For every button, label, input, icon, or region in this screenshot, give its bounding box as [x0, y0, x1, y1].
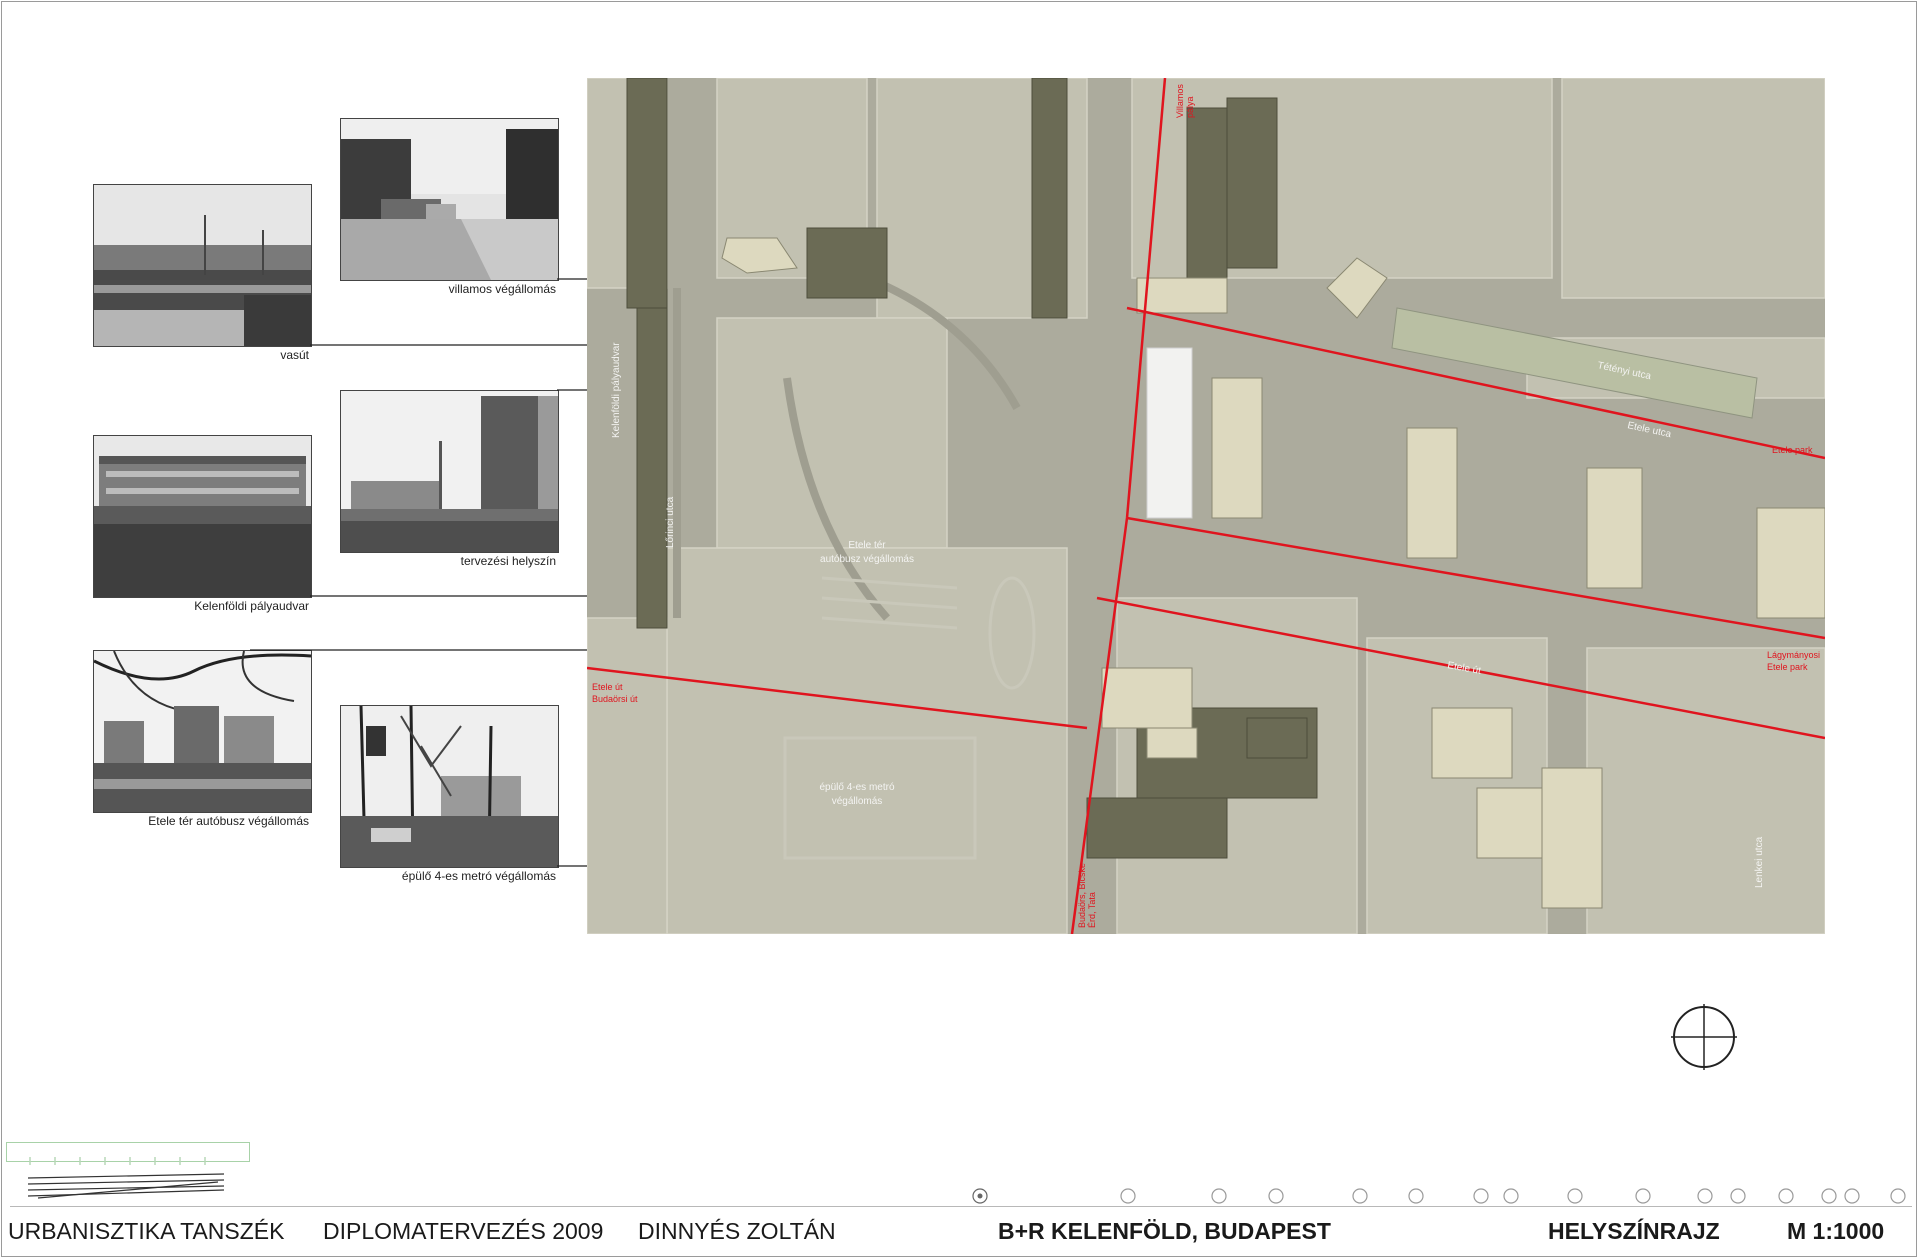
photo-villamos — [340, 118, 559, 281]
photo-tervezesi — [340, 390, 559, 553]
footer-dept: URBANISZTIKA TANSZÉK — [8, 1218, 285, 1244]
label-lortelki: Lőrinci utca — [665, 496, 676, 548]
label-red-bottom-1: Budaörs, Bicske — [1077, 863, 1087, 928]
caption-kelenfoldi: Kelenföldi pályaudvar — [194, 599, 309, 613]
footer-sheet: HELYSZÍNRAJZ — [1548, 1218, 1720, 1244]
label-red-top-2: pálya — [1185, 96, 1195, 118]
section-markers — [972, 1188, 1906, 1204]
footer-project: B+R KELENFÖLD, BUDAPEST — [998, 1218, 1331, 1244]
label-lentzi: Lenkei utca — [1754, 836, 1765, 888]
photo-vasut — [93, 184, 312, 347]
label-red-right-3: Etele park — [1767, 662, 1808, 672]
label-red-left-2: Budaörsi út — [592, 694, 638, 704]
footer-scale: M 1:1000 — [1787, 1218, 1885, 1244]
label-red-bottom-2: Érd, Tata — [1087, 892, 1097, 928]
footer-course: DIPLOMATERVEZÉS 2009 — [323, 1218, 604, 1244]
caption-vasut: vasút — [280, 348, 309, 362]
label-metro-2: végállomás — [832, 796, 883, 807]
label-metro-1: épülő 4-es metró — [819, 782, 894, 793]
caption-metro: épülő 4-es metró végállomás — [401, 869, 556, 883]
site-map: Kelenföldi pályaudvar Etele tér autóbusz… — [587, 78, 1825, 934]
label-etele-ter: Etele tér — [848, 540, 886, 551]
photo-etele-busz — [93, 650, 312, 813]
north-arrow-icon — [1671, 1004, 1737, 1070]
label-etele-ter-sub: autóbusz végállomás — [820, 554, 914, 565]
photo-kelenfoldi — [93, 435, 312, 598]
photo-metro — [340, 705, 559, 868]
label-palyaudvar: Kelenföldi pályaudvar — [611, 342, 622, 438]
caption-tervezesi: tervezési helyszín — [460, 554, 556, 568]
label-red-right-2: Lágymányosi — [1767, 650, 1820, 660]
scale-ticks — [29, 1157, 206, 1165]
label-red-left-1: Etele út — [592, 682, 623, 692]
label-red-top-1: Villamos — [1175, 84, 1185, 118]
label-red-right-1: Etele park — [1772, 445, 1813, 455]
footer-rule — [10, 1206, 1912, 1207]
caption-villamos: villamos végállomás — [448, 282, 556, 296]
footer-author: DINNYÉS ZOLTÁN — [638, 1218, 836, 1244]
caption-etele-busz: Etele tér autóbusz végállomás — [148, 814, 309, 828]
